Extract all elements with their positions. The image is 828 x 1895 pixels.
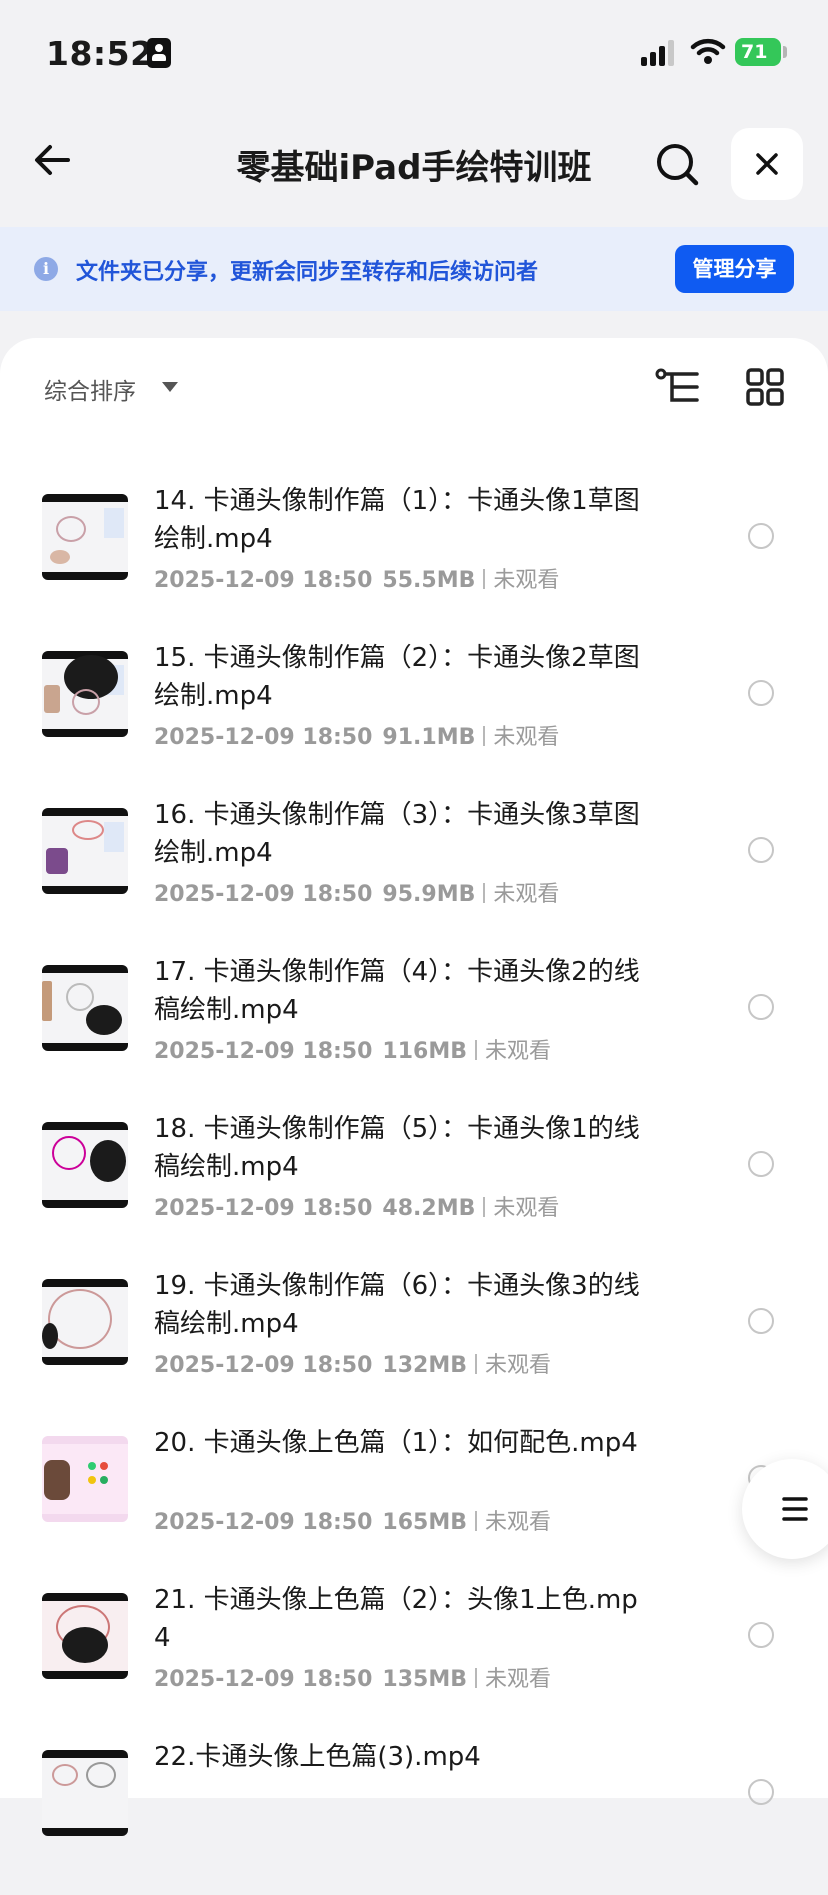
file-name: 20. 卡通头像上色篇（1）：如何配色.mp4 (154, 1428, 638, 1458)
list-item[interactable]: 14. 卡通头像制作篇（1）：卡通头像1草图绘制.mp4 2025-12-09 … (0, 482, 828, 639)
search-icon[interactable] (656, 143, 700, 187)
file-size: 95.9MB (382, 882, 476, 907)
share-banner: i 文件夹已分享，更新会同步至转存和后续访问者 管理分享 (0, 227, 828, 311)
watch-status: 未观看 (493, 725, 560, 750)
watch-status: 未观看 (493, 882, 560, 907)
watch-status: 未观看 (485, 1039, 552, 1064)
contact-card-icon (147, 38, 171, 68)
status-time: 18:52 (46, 34, 154, 73)
file-date: 2025-12-09 18:50 (154, 725, 373, 750)
video-thumbnail (42, 1279, 128, 1365)
file-name: 19. 卡通头像制作篇（6）：卡通头像3的线稿绘制.mp4 (154, 1271, 640, 1339)
file-meta: 2025-12-09 18:50 95.9MB 未观看 (154, 876, 559, 908)
video-thumbnail (42, 1750, 128, 1836)
divider (475, 1668, 478, 1688)
list-item[interactable]: 21. 卡通头像上色篇（2）：头像1上色.mp4 2025-12-09 18:5… (0, 1581, 828, 1738)
video-thumbnail (42, 651, 128, 737)
select-radio[interactable] (748, 1622, 774, 1648)
file-meta: 2025-12-09 18:50 55.5MB 未观看 (154, 562, 559, 594)
list-item[interactable]: 22.卡通头像上色篇(3).mp4 (0, 1738, 828, 1895)
close-icon (756, 153, 778, 175)
select-radio[interactable] (748, 1151, 774, 1177)
file-name: 21. 卡通头像上色篇（2）：头像1上色.mp4 (154, 1585, 638, 1653)
tree-view-icon[interactable] (655, 368, 701, 406)
select-radio[interactable] (748, 523, 774, 549)
watch-status: 未观看 (493, 568, 560, 593)
watch-status: 未观看 (485, 1353, 552, 1378)
file-date: 2025-12-09 18:50 (154, 1196, 373, 1221)
file-list-sheet: 综合排序 14. 卡通头像制作篇（1）：卡通头像1草图绘制.mp4 2025-1… (0, 338, 828, 1836)
list-item[interactable]: 19. 卡通头像制作篇（6）：卡通头像3的线稿绘制.mp4 2025-12-09… (0, 1267, 828, 1424)
file-date: 2025-12-09 18:50 (154, 882, 373, 907)
file-name: 17. 卡通头像制作篇（4）：卡通头像2的线稿绘制.mp4 (154, 957, 640, 1025)
manage-share-button[interactable]: 管理分享 (675, 245, 794, 293)
file-date: 2025-12-09 18:50 (154, 1039, 373, 1064)
wifi-icon (690, 38, 726, 64)
select-radio[interactable] (748, 1779, 774, 1805)
menu-icon (782, 1497, 808, 1521)
divider (483, 569, 486, 589)
info-icon: i (34, 257, 58, 281)
file-date: 2025-12-09 18:50 (154, 1510, 373, 1535)
divider (475, 1040, 478, 1060)
divider (483, 883, 486, 903)
file-meta: 2025-12-09 18:50 135MB 未观看 (154, 1661, 551, 1693)
file-meta: 2025-12-09 18:50 132MB 未观看 (154, 1347, 551, 1379)
video-thumbnail (42, 1593, 128, 1679)
file-name: 22.卡通头像上色篇(3).mp4 (154, 1742, 481, 1772)
file-meta: 2025-12-09 18:50 48.2MB 未观看 (154, 1190, 559, 1222)
watch-status: 未观看 (485, 1510, 552, 1535)
battery-cap (783, 46, 787, 58)
sort-dropdown[interactable]: 综合排序 (44, 372, 136, 406)
back-arrow-icon[interactable] (34, 144, 70, 176)
file-size: 135MB (382, 1667, 468, 1692)
select-radio[interactable] (748, 994, 774, 1020)
divider (475, 1511, 478, 1531)
list-item[interactable]: 20. 卡通头像上色篇（1）：如何配色.mp4 2025-12-09 18:50… (0, 1424, 828, 1581)
divider (475, 1354, 478, 1374)
grid-view-icon[interactable] (746, 368, 784, 406)
select-radio[interactable] (748, 680, 774, 706)
file-size: 91.1MB (382, 725, 476, 750)
file-name: 16. 卡通头像制作篇（3）：卡通头像3草图绘制.mp4 (154, 800, 640, 868)
file-meta: 2025-12-09 18:50 91.1MB 未观看 (154, 719, 559, 751)
file-size: 55.5MB (382, 568, 476, 593)
cellular-signal-icon (641, 38, 677, 66)
close-button[interactable] (731, 128, 803, 200)
file-name: 15. 卡通头像制作篇（2）：卡通头像2草图绘制.mp4 (154, 643, 640, 711)
divider (483, 1197, 486, 1217)
select-radio[interactable] (748, 1308, 774, 1334)
file-name: 14. 卡通头像制作篇（1）：卡通头像1草图绘制.mp4 (154, 486, 640, 554)
list-item[interactable]: 16. 卡通头像制作篇（3）：卡通头像3草图绘制.mp4 2025-12-09 … (0, 796, 828, 953)
caret-down-icon[interactable] (162, 382, 178, 392)
select-radio[interactable] (748, 837, 774, 863)
video-thumbnail (42, 1436, 128, 1522)
file-date: 2025-12-09 18:50 (154, 568, 373, 593)
file-name: 18. 卡通头像制作篇（5）：卡通头像1的线稿绘制.mp4 (154, 1114, 640, 1182)
battery-indicator: 71 (735, 38, 781, 66)
video-thumbnail (42, 965, 128, 1051)
status-bar: 18:52 71 (0, 0, 828, 100)
list-item[interactable]: 15. 卡通头像制作篇（2）：卡通头像2草图绘制.mp4 2025-12-09 … (0, 639, 828, 796)
battery-level: 71 (741, 41, 768, 63)
list-item[interactable]: 18. 卡通头像制作篇（5）：卡通头像1的线稿绘制.mp4 2025-12-09… (0, 1110, 828, 1267)
file-date: 2025-12-09 18:50 (154, 1667, 373, 1692)
file-meta: 2025-12-09 18:50 116MB 未观看 (154, 1033, 551, 1065)
list-item[interactable]: 17. 卡通头像制作篇（4）：卡通头像2的线稿绘制.mp4 2025-12-09… (0, 953, 828, 1110)
file-size: 116MB (382, 1039, 468, 1064)
divider (483, 726, 486, 746)
page-title: 零基础iPad手绘特训班 (236, 148, 592, 188)
watch-status: 未观看 (485, 1667, 552, 1692)
file-size: 165MB (382, 1510, 468, 1535)
file-size: 132MB (382, 1353, 468, 1378)
share-banner-text: 文件夹已分享，更新会同步至转存和后续访问者 (76, 260, 539, 285)
watch-status: 未观看 (493, 1196, 560, 1221)
file-date: 2025-12-09 18:50 (154, 1353, 373, 1378)
video-thumbnail (42, 808, 128, 894)
file-size: 48.2MB (382, 1196, 476, 1221)
video-thumbnail (42, 1122, 128, 1208)
file-meta: 2025-12-09 18:50 165MB 未观看 (154, 1504, 551, 1536)
video-thumbnail (42, 494, 128, 580)
